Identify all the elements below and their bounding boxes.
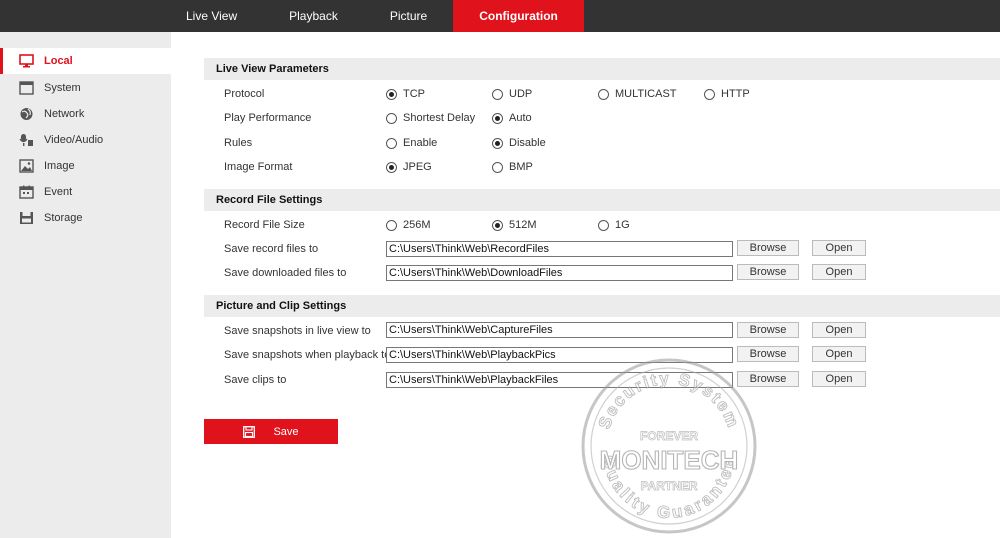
clips-label: Save clips to bbox=[224, 374, 287, 386]
top-nav: Live View Playback Picture Configuration bbox=[160, 0, 584, 32]
calendar-icon bbox=[19, 185, 34, 199]
floppy-icon bbox=[243, 425, 256, 438]
globe-icon bbox=[20, 108, 33, 120]
rules-disable-radio[interactable]: Disable bbox=[492, 137, 546, 149]
top-bar: Live View Playback Picture Configuration bbox=[0, 0, 1000, 32]
snap-live-label: Save snapshots in live view to bbox=[224, 325, 371, 337]
mic-icon bbox=[19, 134, 33, 146]
format-bmp-radio[interactable]: BMP bbox=[492, 161, 533, 173]
sidebar: Local System Network Video/Audio Image E… bbox=[0, 32, 171, 538]
downloaded-path-input[interactable] bbox=[386, 265, 733, 281]
rules-label: Rules bbox=[224, 137, 253, 149]
protocol-tcp-radio[interactable]: TCP bbox=[386, 88, 425, 100]
sidebar-item-system[interactable]: System bbox=[0, 75, 171, 101]
record-open-button[interactable]: Open bbox=[812, 240, 866, 256]
tab-configuration[interactable]: Configuration bbox=[453, 0, 584, 32]
record-browse-button[interactable]: Browse bbox=[737, 240, 799, 256]
tab-picture[interactable]: Picture bbox=[364, 0, 453, 32]
play-performance-label: Play Performance bbox=[224, 112, 312, 124]
save-record-label: Save record files to bbox=[224, 243, 319, 255]
image-icon bbox=[19, 159, 34, 173]
size-256m-radio[interactable]: 256M bbox=[386, 219, 431, 231]
sidebar-item-label: Video/Audio bbox=[44, 134, 104, 146]
rules-enable-radio[interactable]: Enable bbox=[386, 137, 437, 149]
sidebar-item-label: Event bbox=[44, 186, 73, 198]
config-panel: Live View Parameters Protocol TCP UDP MU… bbox=[171, 32, 1000, 538]
protocol-label: Protocol bbox=[224, 88, 265, 100]
image-format-label: Image Format bbox=[224, 161, 293, 173]
snap-playback-label: Save snapshots when playback to bbox=[224, 349, 391, 361]
sidebar-item-label: System bbox=[44, 82, 81, 94]
play-shortest-delay-radio[interactable]: Shortest Delay bbox=[386, 112, 475, 124]
watermark-line2: PARTNER bbox=[640, 479, 697, 493]
sidebar-item-label: Image bbox=[44, 160, 75, 172]
play-auto-radio[interactable]: Auto bbox=[492, 112, 532, 124]
save-button-label: Save bbox=[273, 425, 299, 438]
record-path-input[interactable] bbox=[386, 241, 733, 257]
save-button[interactable]: Save bbox=[204, 419, 338, 444]
snap-live-open-button[interactable]: Open bbox=[812, 322, 866, 338]
sidebar-item-local[interactable]: Local bbox=[0, 48, 171, 74]
snap-live-path-input[interactable] bbox=[386, 322, 733, 338]
downloaded-browse-button[interactable]: Browse bbox=[737, 264, 799, 280]
protocol-multicast-radio[interactable]: MULTICAST bbox=[598, 88, 677, 100]
tab-playback[interactable]: Playback bbox=[263, 0, 364, 32]
section-live-view: Live View Parameters bbox=[204, 58, 1000, 80]
watermark-line1: FOREVER bbox=[640, 429, 698, 443]
disk-icon bbox=[20, 212, 33, 224]
watermark-brand: MONITECH bbox=[600, 445, 739, 475]
format-jpeg-radio[interactable]: JPEG bbox=[386, 161, 432, 173]
snap-playback-open-button[interactable]: Open bbox=[812, 346, 866, 362]
sidebar-item-label: Local bbox=[44, 55, 73, 67]
sidebar-item-video-audio[interactable]: Video/Audio bbox=[0, 127, 171, 153]
record-file-size-label: Record File Size bbox=[224, 219, 305, 231]
sidebar-item-event[interactable]: Event bbox=[0, 179, 171, 205]
sidebar-item-network[interactable]: Network bbox=[0, 101, 171, 127]
sidebar-item-storage[interactable]: Storage bbox=[0, 205, 171, 231]
watermark-seal: Security System Quality Guarantee FOREVE… bbox=[581, 358, 757, 534]
section-picture-clip: Picture and Clip Settings bbox=[204, 295, 1000, 317]
sidebar-item-label: Network bbox=[44, 108, 85, 120]
monitor-icon bbox=[19, 54, 34, 68]
tab-live-view[interactable]: Live View bbox=[160, 0, 263, 32]
size-512m-radio[interactable]: 512M bbox=[492, 219, 537, 231]
clips-open-button[interactable]: Open bbox=[812, 371, 866, 387]
sidebar-item-image[interactable]: Image bbox=[0, 153, 171, 179]
protocol-udp-radio[interactable]: UDP bbox=[492, 88, 532, 100]
section-record: Record File Settings bbox=[204, 189, 1000, 211]
downloaded-open-button[interactable]: Open bbox=[812, 264, 866, 280]
snap-live-browse-button[interactable]: Browse bbox=[737, 322, 799, 338]
save-downloaded-label: Save downloaded files to bbox=[224, 267, 347, 279]
protocol-http-radio[interactable]: HTTP bbox=[704, 88, 750, 100]
window-icon bbox=[19, 81, 34, 95]
size-1g-radio[interactable]: 1G bbox=[598, 219, 630, 231]
sidebar-item-label: Storage bbox=[44, 212, 83, 224]
